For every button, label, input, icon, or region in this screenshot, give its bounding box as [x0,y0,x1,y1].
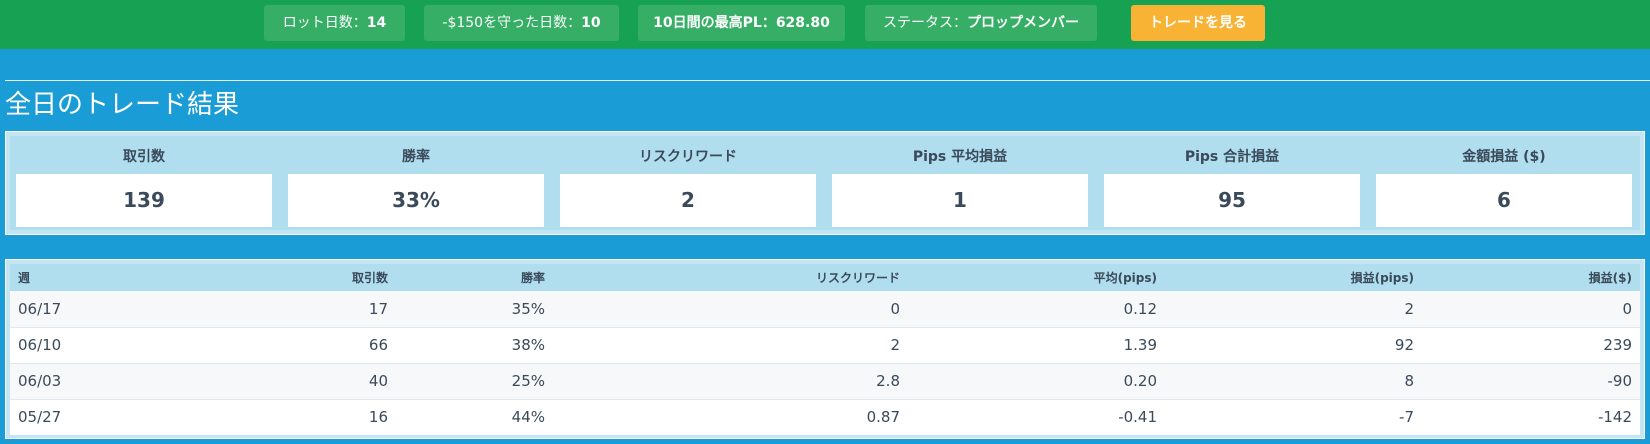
cell-pl-usd: -90 [1422,362,1640,399]
cell-week: 05/27 [10,398,130,435]
stat-trade-count: 取引数 139 [16,136,272,228]
stat-pips-average: Pips 平均損益 1 [832,136,1088,228]
column-header-avg-pips[interactable]: 平均(pips) [908,264,1165,291]
cell-risk-reward: 0.87 [553,398,908,435]
cell-trades: 17 [368,299,388,318]
cell-pl-usd: 0 [1622,299,1632,318]
cell-week: 06/10 [10,326,130,363]
table-row: 06/03 40 25% 2.8 0.20 8 -90 [10,362,1640,399]
cell-win-rate: 44% [396,398,553,435]
cell-risk-reward: 2 [553,326,908,363]
section-divider [5,80,1650,81]
column-header-pl-pips[interactable]: 損益(pips) [1165,264,1422,291]
best-pl-chip: 10日間の最高PL：628.80 [638,5,845,41]
cell-pl-usd: 239 [1422,326,1640,363]
stat-label: 金額損益 ($) [1462,149,1546,165]
stat-label: Pips 合計損益 [1184,149,1280,165]
stat-amount-pl: 金額損益 ($) 6 [1376,136,1632,228]
best-pl-label: 10日間の最高PL： [653,15,776,31]
table-header-row: 週 取引数 勝率 リスクリワード 平均(pips) 損益(pips) 損益($) [10,264,1640,291]
section-title: 全日のトレード結果 [5,90,240,120]
column-header-risk-reward[interactable]: リスクリワード [553,264,908,291]
stat-label: Pips 平均損益 [912,149,1008,165]
cell-trades: 40 [130,362,396,399]
view-trades-button[interactable]: トレードを見る [1131,5,1265,41]
column-header-pl-usd[interactable]: 損益($) [1422,264,1640,291]
cell-avg-pips: 0.12 [1123,299,1157,318]
status-label: ステータス： [883,15,967,31]
status-chip: ステータス：プロップメンバー [865,5,1097,41]
cell-trades: 16 [130,398,396,435]
cell-pl-pips: 92 [1165,326,1422,363]
weekly-results-table: 週 取引数 勝率 リスクリワード 平均(pips) 損益(pips) 損益($)… [10,264,1640,435]
summary-inner: 取引数 139 勝率 33% リスクリワード 2 Pips 平均損益 1 Pip… [10,136,1640,230]
stat-value: 2 [560,174,816,227]
cell-risk-reward: 2.8 [553,362,908,399]
stat-label: 勝率 [402,149,430,165]
cell-pl-usd: -142 [1422,398,1640,435]
table-row: 05/27 16 44% 0.87 -0.41 -7 -142 [10,398,1640,435]
lot-days-value: 14 [366,15,387,31]
protected-days-value: 10 [581,15,601,31]
summary-panel: 取引数 139 勝率 33% リスクリワード 2 Pips 平均損益 1 Pip… [5,131,1645,235]
stat-label: 取引数 [123,149,165,165]
cell-pl-pips: -7 [1165,398,1422,435]
table-row: 06/17 17 35% 0 0.12 2 0 [10,291,1640,327]
cell-risk-reward: 0 [890,299,900,318]
cell-week: 06/17 [18,299,62,318]
lot-days-chip: ロット日数：14 [264,5,405,41]
stat-value: 6 [1376,174,1632,227]
cell-win-rate: 38% [396,326,553,363]
weekly-results-panel: 週 取引数 勝率 リスクリワード 平均(pips) 損益(pips) 損益($)… [5,259,1645,439]
stat-value: 139 [16,174,272,227]
stat-value: 95 [1104,174,1360,227]
stat-value: 1 [832,174,1088,227]
stat-label: リスクリワード [639,149,737,165]
column-header-win-rate[interactable]: 勝率 [396,264,553,291]
column-header-trades[interactable]: 取引数 [130,264,396,291]
cell-avg-pips: 1.39 [908,326,1165,363]
cell-pl-pips: 8 [1165,362,1422,399]
cell-avg-pips: 0.20 [908,362,1165,399]
status-value: プロップメンバー [967,15,1079,31]
cell-avg-pips: -0.41 [908,398,1165,435]
protected-days-label: -$150を守った日数： [442,15,582,31]
stat-risk-reward: リスクリワード 2 [560,136,816,228]
lot-days-label: ロット日数： [282,15,367,31]
best-pl-value: 628.80 [775,15,830,31]
table-row: 06/10 66 38% 2 1.39 92 239 [10,326,1640,363]
cell-win-rate: 35% [511,299,545,318]
stat-win-rate: 勝率 33% [288,136,544,228]
cell-trades: 66 [130,326,396,363]
cell-win-rate: 25% [396,362,553,399]
protected-days-chip: -$150を守った日数：10 [424,5,619,41]
cell-pl-pips: 2 [1404,299,1414,318]
stat-pips-total: Pips 合計損益 95 [1104,136,1360,228]
stat-value: 33% [288,174,544,227]
column-header-week[interactable]: 週 [10,264,130,291]
top-status-bar: ロット日数：14 -$150を守った日数：10 10日間の最高PL：628.80… [0,0,1650,49]
cell-week: 06/03 [10,362,130,399]
